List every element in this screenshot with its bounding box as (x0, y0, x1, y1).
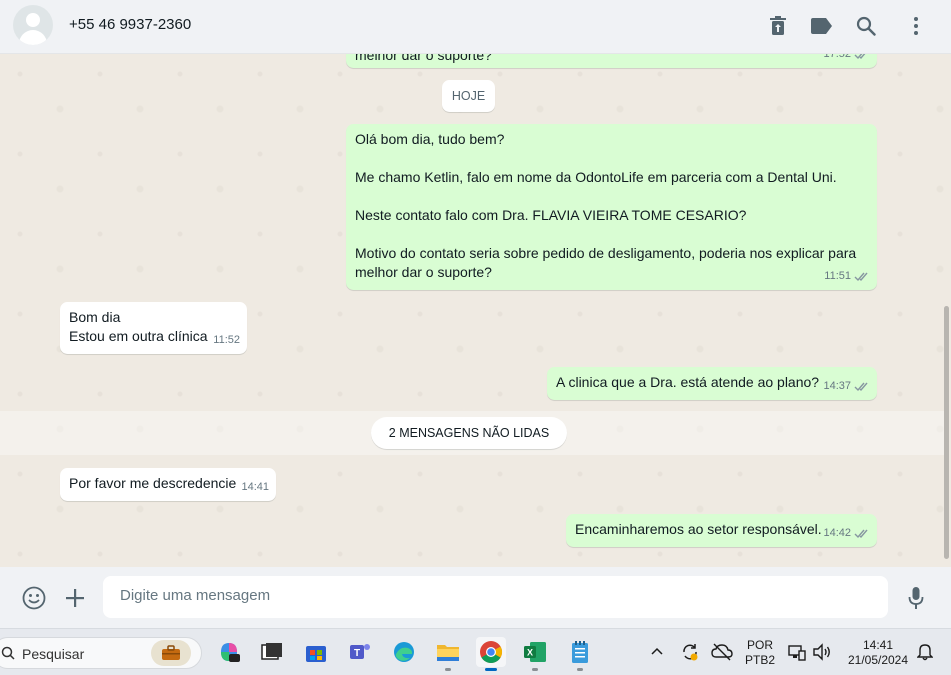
volume-icon[interactable] (812, 643, 832, 665)
message-line: Me chamo Ketlin, falo em nome da OdontoL… (355, 169, 837, 185)
clock[interactable]: 14:41 21/05/2024 (843, 638, 913, 668)
message-meta: 17:52 (823, 54, 870, 64)
task-view-icon[interactable] (257, 637, 287, 667)
double-check-icon (854, 54, 866, 60)
double-check-icon (854, 272, 868, 282)
message-line (355, 187, 868, 206)
keyboard-layout: PTB2 (745, 653, 776, 667)
double-check-icon (854, 382, 868, 392)
attach-plus-icon[interactable] (62, 585, 88, 611)
chat-scrollbar[interactable] (944, 306, 949, 559)
date-divider: HOJE (442, 80, 495, 112)
message-bubble-previous[interactable]: melhor dar o suporte? 17:52 (346, 54, 877, 68)
briefcase-icon[interactable] (151, 640, 191, 666)
contact-avatar[interactable] (13, 5, 53, 45)
sync-icon[interactable] (680, 642, 700, 666)
search-icon[interactable] (854, 14, 878, 38)
windows-taskbar: Pesquisar T X POR PTB2 14:41 21/05/2024 (0, 628, 951, 675)
message-input[interactable]: Digite uma mensagem (103, 576, 888, 618)
message-meta: 11:52 (213, 331, 240, 350)
search-label: Pesquisar (22, 646, 85, 662)
delete-icon[interactable] (766, 14, 790, 38)
menu-icon[interactable] (904, 14, 928, 38)
language-code: POR (746, 638, 773, 652)
message-bubble-outgoing[interactable]: A clinica que a Dra. está atende ao plan… (547, 367, 877, 400)
message-time: 14:42 (823, 527, 851, 539)
message-time: 11:52 (213, 334, 240, 346)
notepad-icon[interactable] (565, 637, 595, 671)
svg-text:T: T (354, 648, 360, 659)
message-composer: Digite uma mensagem (0, 567, 951, 628)
message-line: Bom dia (69, 309, 121, 325)
svg-text:X: X (527, 648, 533, 658)
excel-icon[interactable]: X (520, 637, 550, 671)
message-bubble-incoming[interactable]: Por favor me descredencie 14:41 (60, 468, 276, 501)
chat-area[interactable]: melhor dar o suporte? 17:52 HOJE Olá bom… (0, 54, 951, 567)
chat-header: +55 46 9937-2360 (0, 0, 951, 54)
message-line: Por favor me descredencie (69, 475, 237, 491)
message-time: 14:41 (241, 481, 269, 493)
message-line: A clinica que a Dra. está atende ao plan… (556, 374, 820, 390)
file-explorer-icon[interactable] (433, 637, 463, 671)
language-indicator[interactable]: POR PTB2 (745, 638, 775, 668)
message-line: Motivo do contato seria sobre pedido de … (355, 245, 857, 261)
message-bubble-incoming[interactable]: Bom dia Estou em outra clínica 11:52 (60, 302, 247, 354)
message-time: 11:51 (824, 270, 851, 282)
message-bubble-outgoing[interactable]: Encaminharemos ao setor responsável. 14:… (566, 514, 877, 547)
chrome-icon[interactable] (476, 637, 506, 671)
unread-divider: 2 MENSAGENS NÃO LIDAS (371, 417, 567, 449)
message-line: Olá bom dia, tudo bem? (355, 131, 505, 147)
taskbar-search[interactable]: Pesquisar (0, 637, 202, 669)
running-indicator (445, 668, 451, 671)
message-line (355, 225, 868, 244)
microphone-icon[interactable] (903, 585, 929, 611)
chevron-up-icon[interactable] (650, 645, 664, 660)
network-icon[interactable] (788, 643, 806, 665)
message-line: Neste contato falo com Dra. FLAVIA VIEIR… (355, 207, 747, 223)
message-meta: 14:37 (823, 377, 870, 396)
message-line: melhor dar o suporte? (355, 264, 492, 280)
contact-name[interactable]: +55 46 9937-2360 (69, 16, 191, 33)
message-meta: 14:42 (823, 524, 870, 543)
message-bubble-outgoing[interactable]: Olá bom dia, tudo bem? Me chamo Ketlin, … (346, 124, 877, 290)
cloud-off-icon[interactable] (711, 642, 733, 666)
clock-date: 21/05/2024 (847, 653, 909, 667)
teams-icon[interactable]: T (345, 637, 375, 667)
notification-bell-icon[interactable] (916, 643, 934, 665)
copilot-icon[interactable] (214, 637, 244, 667)
label-icon[interactable] (810, 14, 834, 38)
clock-time: 14:41 (862, 638, 894, 652)
double-check-icon (854, 529, 868, 539)
message-meta: 14:41 (241, 478, 269, 497)
active-indicator (485, 668, 497, 671)
running-indicator (577, 668, 583, 671)
running-indicator (532, 668, 538, 671)
edge-icon[interactable] (389, 637, 419, 667)
message-text: melhor dar o suporte? (355, 54, 492, 63)
message-line (355, 149, 868, 168)
search-icon (1, 646, 15, 660)
message-time: 14:37 (823, 380, 851, 392)
microsoft-store-icon[interactable] (301, 637, 331, 667)
message-meta: 11:51 (824, 267, 870, 286)
emoji-icon[interactable] (21, 585, 47, 611)
